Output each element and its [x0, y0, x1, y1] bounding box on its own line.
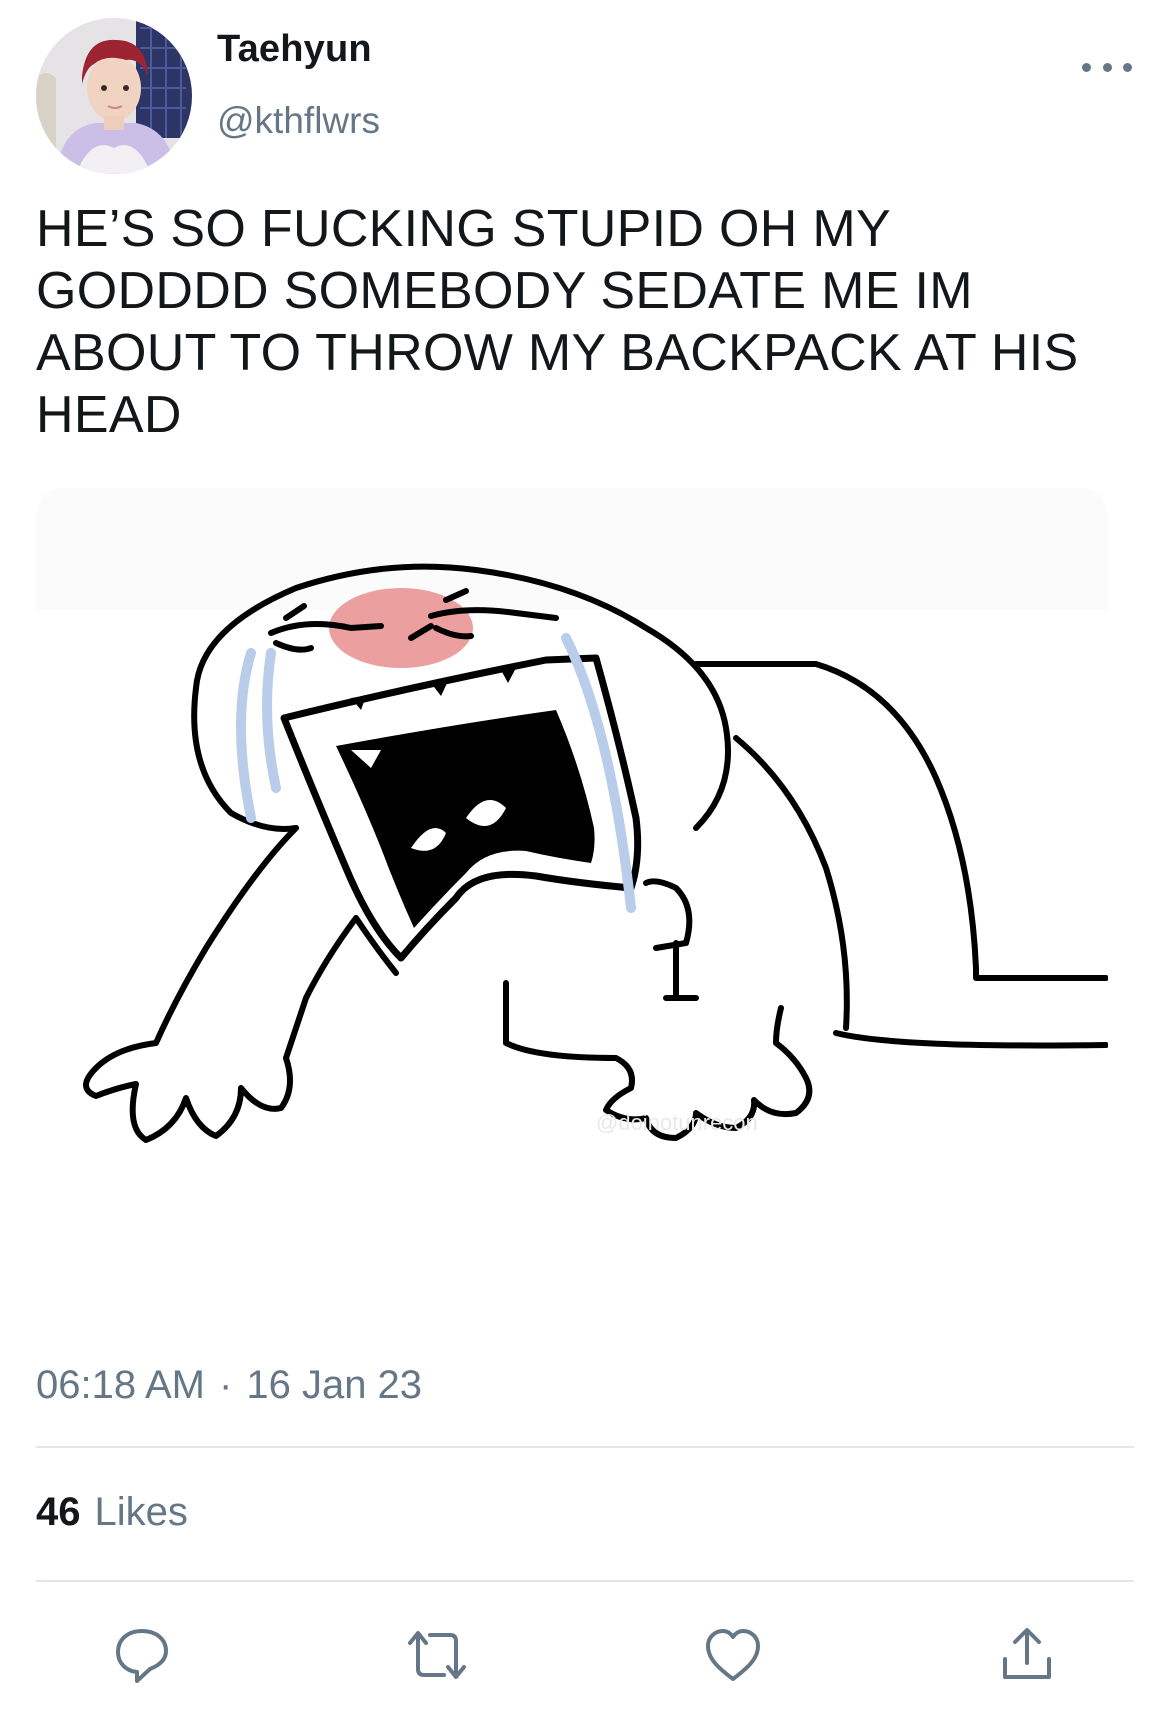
more-dot-icon: [1102, 62, 1112, 72]
screaming-crying-cartoon-meme-icon: @doinotunrecon: [83, 563, 1108, 1143]
like-icon: [706, 1629, 760, 1681]
share-button[interactable]: [992, 1620, 1062, 1690]
retweet-icon: [408, 1631, 466, 1679]
more-dot-icon: [1123, 62, 1132, 72]
tweet-timestamp[interactable]: 06:18 AM · 16 Jan 23: [36, 1363, 422, 1408]
divider: [36, 1446, 1134, 1448]
tweet-time: 06:18 AM: [36, 1363, 206, 1407]
reply-icon: [116, 1629, 168, 1683]
action-bar: [0, 1600, 1170, 1710]
more-dot-icon: [1082, 62, 1091, 72]
tweet-text: HE’S SO FUCKING STUPID OH MY GODDDD SOME…: [36, 200, 1094, 444]
likes-count: 46: [36, 1490, 81, 1534]
tweet-date: 16 Jan 23: [246, 1363, 423, 1407]
avatar[interactable]: [36, 18, 192, 174]
reply-button[interactable]: [107, 1620, 177, 1690]
profile-photo-icon: [36, 18, 192, 174]
likes-label: Likes: [94, 1490, 188, 1534]
user-handle[interactable]: @kthflwrs: [217, 100, 380, 142]
more-options-button[interactable]: [1082, 52, 1132, 82]
tweet-card: Taehyun @kthflwrs HE’S SO FUCKING STUPID…: [0, 0, 1170, 1723]
retweet-button[interactable]: [402, 1620, 472, 1690]
svg-text:@doinotunrecon: @doinotunrecon: [596, 1110, 758, 1135]
timestamp-separator: ·: [219, 1363, 233, 1407]
like-button[interactable]: [698, 1620, 768, 1690]
divider: [36, 1580, 1134, 1582]
share-icon: [1003, 1628, 1051, 1679]
likes-count-link[interactable]: 46 Likes: [36, 1490, 188, 1535]
tweet-media[interactable]: @doinotunrecon: [36, 488, 1108, 1334]
display-name[interactable]: Taehyun: [217, 28, 372, 71]
